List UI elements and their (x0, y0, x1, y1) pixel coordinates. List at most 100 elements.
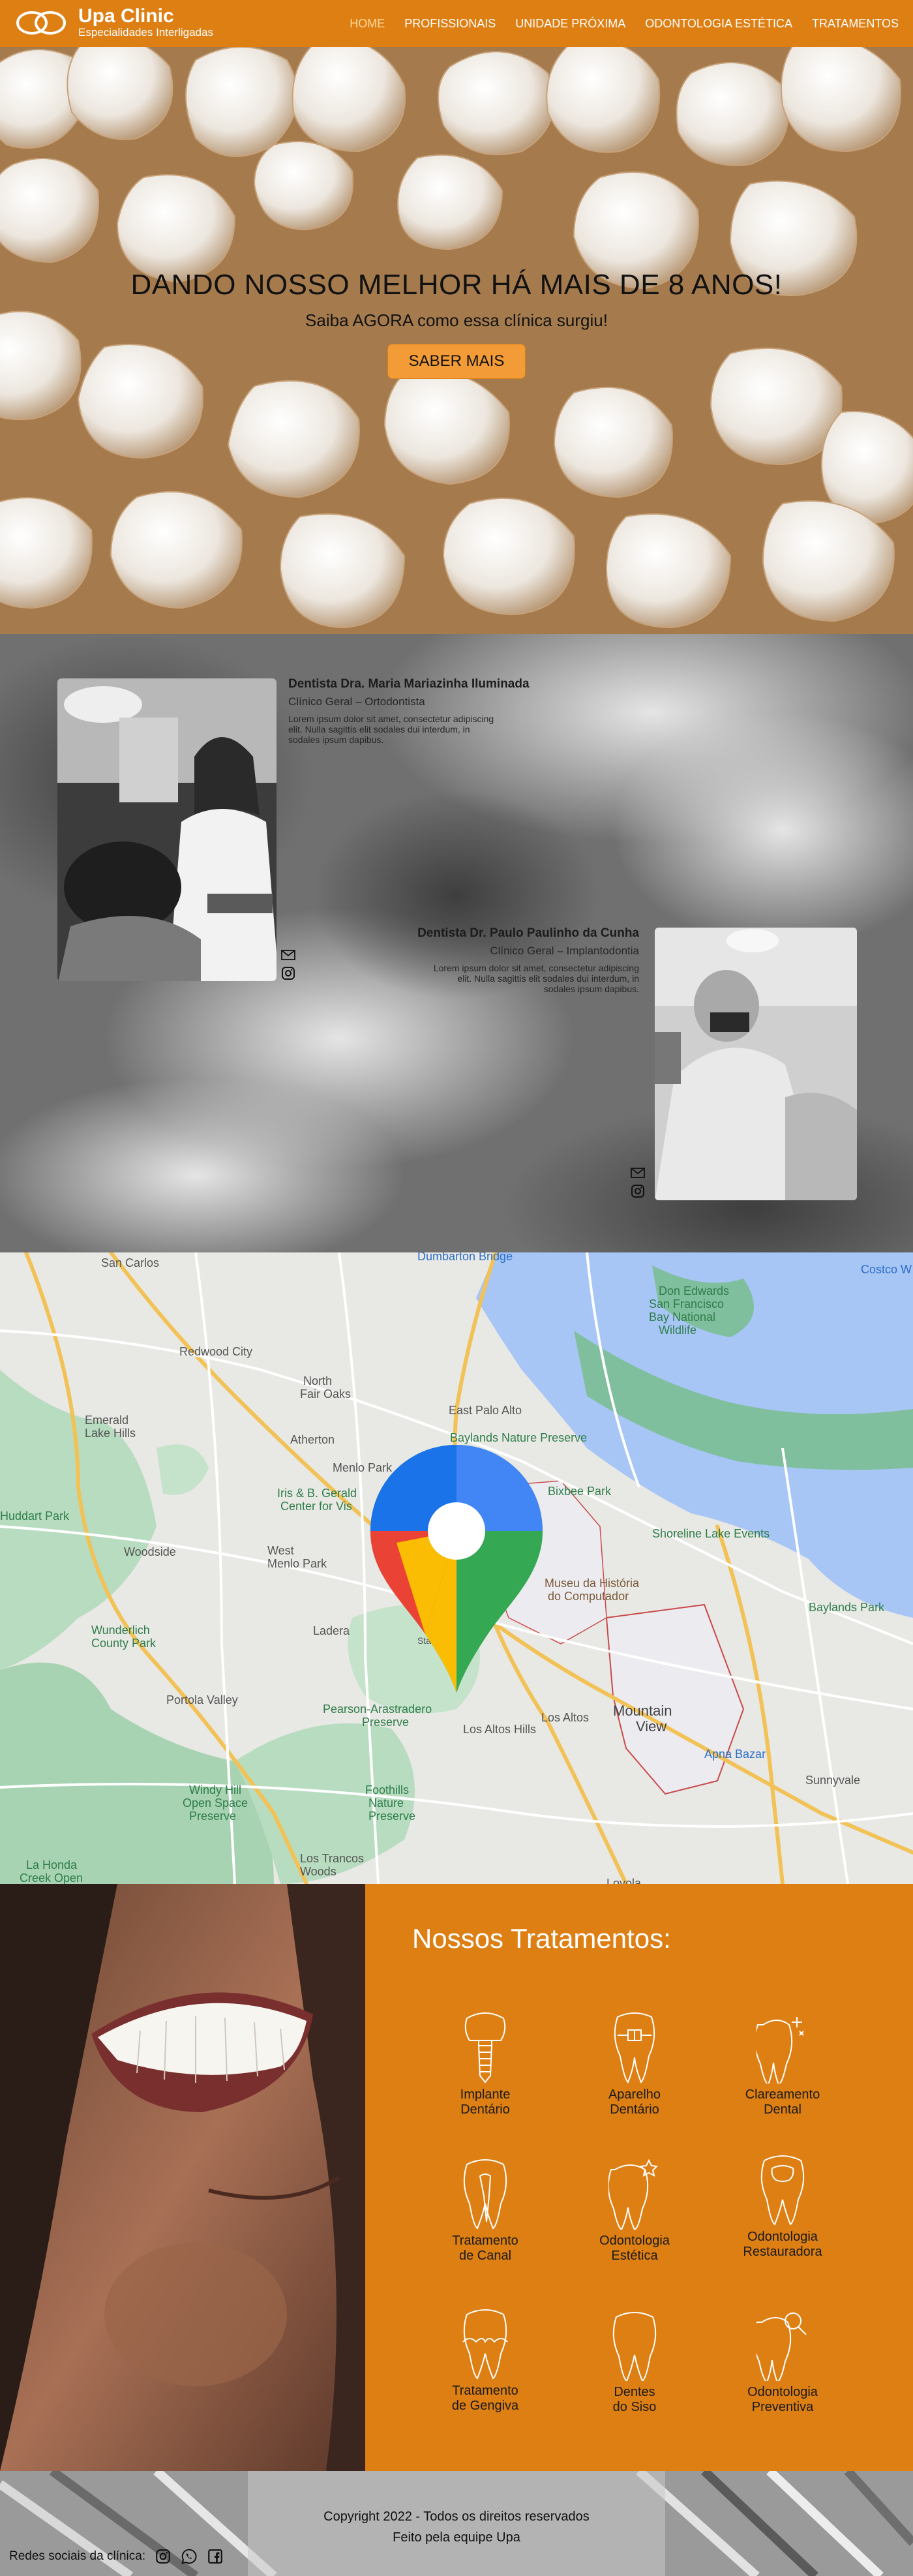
svg-text:Lake Hills: Lake Hills (85, 1427, 136, 1440)
instagram-icon[interactable] (280, 965, 296, 981)
svg-text:Huddart Park: Huddart Park (0, 1509, 70, 1523)
svg-text:Atherton: Atherton (290, 1433, 335, 1446)
svg-text:Iris & B. Gerald: Iris & B. Gerald (277, 1487, 357, 1500)
svg-text:Loyola: Loyola (606, 1877, 642, 1884)
svg-text:Los Altos: Los Altos (541, 1711, 589, 1724)
treatment-tratamento-de-gengiva[interactable]: Tratamento de Gengiva (420, 2308, 550, 2414)
dental-implant-icon (464, 2012, 506, 2084)
logo[interactable]: Upa Clinic Especialidades Interligadas (14, 7, 213, 39)
svg-text:Foothills: Foothills (365, 1783, 409, 1796)
svg-text:Wildlife: Wildlife (659, 1324, 696, 1337)
svg-text:Baylands Nature Preserve: Baylands Nature Preserve (450, 1431, 587, 1444)
treatments-panel: Nossos Tratamentos: Implante Dentário Apa… (365, 1884, 913, 2471)
email-icon[interactable] (280, 947, 296, 963)
svg-text:Nature: Nature (368, 1796, 404, 1810)
svg-text:Apna Bazar: Apna Bazar (704, 1748, 766, 1761)
nav-unidade-proxima[interactable]: UNIDADE PRÓXIMA (515, 17, 625, 31)
dentist-paulo-photo (655, 928, 857, 1200)
main-nav: HOME PROFISSIONAIS UNIDADE PRÓXIMA ODONT… (330, 17, 899, 31)
svg-text:County Park: County Park (91, 1637, 157, 1650)
location-map[interactable]: San Carlos Redwood City North Fair Oaks E… (0, 1252, 913, 1884)
svg-text:East Palo Alto: East Palo Alto (449, 1404, 522, 1417)
svg-text:Redwood City: Redwood City (179, 1345, 252, 1358)
svg-text:Los Trancos: Los Trancos (300, 1852, 364, 1865)
svg-text:View: View (636, 1718, 666, 1735)
svg-text:San Carlos: San Carlos (101, 1256, 159, 1269)
treatment-clareamento-dental[interactable]: Clareamento Dental (717, 2012, 848, 2117)
pro-1-description: Lorem ipsum dolor sit amet, consectetur … (288, 714, 494, 745)
svg-text:Menlo Park: Menlo Park (267, 1557, 327, 1570)
svg-text:Open Space: Open Space (183, 1796, 248, 1810)
treatments-title: Nossos Tratamentos: (412, 1923, 671, 1954)
treatment-implante-dentario[interactable]: Implante Dentário (420, 2012, 550, 2117)
smile-photo (0, 1884, 365, 2471)
pro-2-description: Lorem ipsum dolor sit amet, consectetur … (433, 963, 639, 994)
svg-text:Portola Valley: Portola Valley (166, 1693, 238, 1706)
svg-text:La Honda: La Honda (26, 1858, 78, 1871)
svg-text:Shoreline Lake Events: Shoreline Lake Events (652, 1527, 770, 1540)
social-links: Redes sociais da clínica: (9, 2548, 224, 2565)
email-icon[interactable] (630, 1165, 646, 1181)
svg-text:Preserve: Preserve (189, 1810, 236, 1823)
professionals-section: Dentista Dra. Maria Mariazinha Iluminada… (0, 634, 913, 1252)
wisdom-tooth-icon (612, 2312, 657, 2381)
nav-home[interactable]: HOME (350, 17, 385, 31)
svg-text:Don Edwards: Don Edwards (659, 1284, 729, 1297)
svg-text:Woodside: Woodside (124, 1545, 176, 1558)
svg-text:Los Altos Hills: Los Altos Hills (463, 1723, 536, 1736)
svg-text:Center for Vis: Center for Vis (280, 1500, 352, 1513)
tooth-magnifier-icon (756, 2312, 807, 2381)
svg-text:Baylands Park: Baylands Park (809, 1601, 885, 1614)
svg-text:Ladera: Ladera (313, 1624, 350, 1637)
site-footer: Copyright 2022 - Todos os direitos reser… (0, 2471, 913, 2576)
instagram-icon[interactable] (630, 1183, 646, 1199)
gum-treatment-icon (462, 2309, 508, 2380)
svg-text:Bixbee Park: Bixbee Park (548, 1485, 612, 1498)
treatment-odontologia-restauradora[interactable]: Odontologia Restauradora (717, 2154, 848, 2260)
treatment-aparelho-dentario[interactable]: Aparelho Dentário (569, 2012, 700, 2117)
treatment-tratamento-de-canal[interactable]: Tratamento de Canal (420, 2158, 550, 2264)
social-label: Redes sociais da clínica: (9, 2549, 146, 2563)
pro-1-name: Dentista Dra. Maria Mariazinha Iluminada (288, 677, 530, 691)
svg-text:San Francisco: San Francisco (649, 1297, 724, 1311)
treatment-dentes-do-siso[interactable]: Dentes do Siso (569, 2309, 700, 2415)
dentist-maria-photo (57, 678, 277, 981)
svg-text:Dumbarton Bridge: Dumbarton Bridge (417, 1252, 513, 1263)
logo-rings-icon (16, 11, 66, 35)
treatment-odontologia-preventiva[interactable]: Odontologia Preventiva (717, 2309, 848, 2415)
nav-profissionais[interactable]: PROFISSIONAIS (404, 17, 496, 31)
tooth-whitening-icon (756, 2017, 804, 2084)
svg-text:Preserve: Preserve (362, 1716, 409, 1729)
svg-text:Fair Oaks: Fair Oaks (300, 1387, 351, 1401)
svg-text:West: West (267, 1544, 294, 1557)
svg-text:Menlo Park: Menlo Park (333, 1461, 393, 1474)
nav-odontologia-estetica[interactable]: ODONTOLOGIA ESTÉTICA (645, 17, 792, 31)
svg-text:Windy Hill: Windy Hill (189, 1783, 241, 1796)
hero-title: DANDO NOSSO MELHOR HÁ MAIS DE 8 ANOS! (130, 269, 783, 301)
svg-text:Woods: Woods (300, 1865, 337, 1878)
instagram-icon[interactable] (155, 2548, 172, 2565)
pro-2-role: Clínico Geral – Implantodontia (490, 945, 639, 957)
whatsapp-icon[interactable] (181, 2548, 198, 2565)
brand-name: Upa Clinic (78, 5, 174, 27)
braces-icon (614, 2012, 655, 2084)
treatments-section: Nossos Tratamentos: Implante Dentário Apa… (0, 1884, 913, 2471)
treatment-odontologia-estetica[interactable]: Odontologia Estética (569, 2158, 700, 2264)
hero-section: DANDO NOSSO MELHOR HÁ MAIS DE 8 ANOS! Sa… (0, 47, 913, 634)
facebook-icon[interactable] (207, 2548, 224, 2565)
svg-text:Preserve: Preserve (368, 1810, 415, 1823)
svg-text:do Computador: do Computador (548, 1590, 629, 1603)
aesthetic-tooth-star-icon (608, 2159, 659, 2230)
brand-tagline: Especialidades Interligadas (78, 26, 213, 38)
pro-2-name: Dentista Dr. Paulo Paulinho da Cunha (417, 926, 639, 940)
copyright-text: Copyright 2022 - Todos os direitos reser… (323, 2509, 590, 2524)
svg-text:Museu da História: Museu da História (545, 1577, 640, 1590)
made-by-text: Feito pela equipe Upa (393, 2530, 520, 2545)
hero-subtitle: Saiba AGORA como essa clínica surgiu! (305, 311, 608, 330)
pro-1-role: Clínico Geral – Ortodontista (288, 695, 425, 708)
restorative-tooth-icon (760, 2155, 805, 2226)
nav-tratamentos[interactable]: TRATAMENTOS (812, 17, 899, 31)
svg-text:Pearson-Arastradero: Pearson-Arastradero (323, 1703, 432, 1716)
saber-mais-button[interactable]: SABER MAIS (387, 344, 526, 379)
svg-text:Costco W: Costco W (861, 1263, 912, 1276)
